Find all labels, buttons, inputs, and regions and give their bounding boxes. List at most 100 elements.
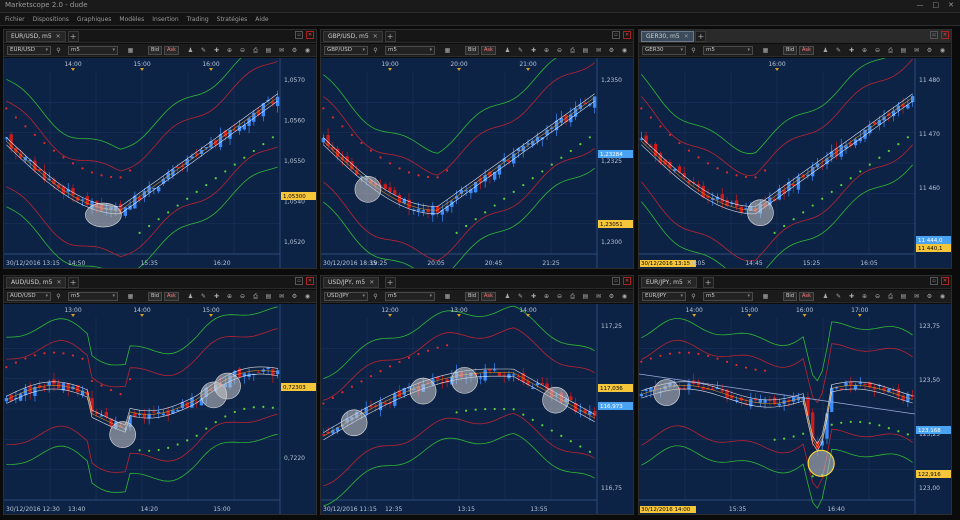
close-icon[interactable]: ✕ bbox=[948, 1, 954, 9]
template-icon[interactable]: ▤ bbox=[899, 292, 908, 301]
zoom-in-icon[interactable]: ⊕ bbox=[225, 292, 234, 301]
chart-type-icon[interactable]: ⚲ bbox=[54, 46, 63, 55]
camera-icon[interactable]: ◉ bbox=[938, 46, 947, 55]
crosshair-icon[interactable]: ✚ bbox=[212, 46, 221, 55]
drawing-icon[interactable]: ✎ bbox=[516, 292, 525, 301]
properties-icon[interactable]: ⚙ bbox=[290, 292, 299, 301]
zoom-in-icon[interactable]: ⊕ bbox=[860, 46, 869, 55]
crosshair-icon[interactable]: ✚ bbox=[529, 46, 538, 55]
add-tab-button[interactable]: + bbox=[702, 277, 714, 288]
tab-chart[interactable]: USD/JPY, m5 ✕ bbox=[323, 277, 380, 288]
price-chart[interactable]: 14:00 15:00 16:00 17:00 30/12/2016 14:00 15:3… bbox=[639, 304, 951, 514]
camera-icon[interactable]: ◉ bbox=[938, 292, 947, 301]
panel-close-icon[interactable]: ✕ bbox=[306, 277, 314, 285]
trade-icon[interactable]: ✉ bbox=[277, 292, 286, 301]
tab-chart[interactable]: AUD/USD, m5 ✕ bbox=[6, 277, 67, 288]
price-chart[interactable]: 13:00 14:00 15:00 30/12/2016 12:30 13:40 14:2… bbox=[4, 304, 316, 514]
timeframe-select[interactable]: m5 bbox=[385, 46, 435, 55]
tab-chart[interactable]: EUR/JPY, m5 ✕ bbox=[641, 277, 697, 288]
chart-type-icon[interactable]: ⚲ bbox=[689, 46, 698, 55]
drawing-icon[interactable]: ✎ bbox=[199, 292, 208, 301]
zoom-out-icon[interactable]: ⊖ bbox=[238, 46, 247, 55]
panel-restore-icon[interactable]: ▫ bbox=[295, 277, 303, 285]
properties-icon[interactable]: ⚙ bbox=[290, 46, 299, 55]
add-tab-button[interactable]: + bbox=[67, 277, 79, 288]
add-tab-button[interactable]: + bbox=[384, 277, 396, 288]
indicator-icon[interactable]: ♟ bbox=[503, 46, 512, 55]
chart-type-icon[interactable]: ⚲ bbox=[54, 292, 63, 301]
indicator-icon[interactable]: ♟ bbox=[186, 46, 195, 55]
chart-type-icon[interactable]: ⚲ bbox=[371, 46, 380, 55]
trade-icon[interactable]: ✉ bbox=[912, 292, 921, 301]
timeframe-select[interactable]: m5 bbox=[385, 292, 435, 301]
menu-graphiques[interactable]: Graphiques bbox=[77, 16, 112, 23]
crosshair-icon[interactable]: ✚ bbox=[847, 46, 856, 55]
zoom-out-icon[interactable]: ⊖ bbox=[555, 46, 564, 55]
bid-button[interactable]: Bid bbox=[783, 292, 797, 301]
panel-close-icon[interactable]: ✕ bbox=[623, 31, 631, 39]
crosshair-icon[interactable]: ✚ bbox=[529, 292, 538, 301]
maximize-icon[interactable]: □ bbox=[933, 1, 940, 9]
bid-button[interactable]: Bid bbox=[148, 46, 162, 55]
template-icon[interactable]: ▤ bbox=[581, 292, 590, 301]
properties-icon[interactable]: ⚙ bbox=[925, 46, 934, 55]
tab-close-icon[interactable]: ✕ bbox=[684, 32, 689, 42]
trade-icon[interactable]: ✉ bbox=[277, 46, 286, 55]
ask-button[interactable]: Ask bbox=[481, 46, 496, 55]
camera-icon[interactable]: ◉ bbox=[620, 46, 629, 55]
ask-button[interactable]: Ask bbox=[799, 292, 814, 301]
candle-style-icon[interactable]: ▦ bbox=[443, 292, 452, 301]
zoom-out-icon[interactable]: ⊖ bbox=[873, 292, 882, 301]
template-icon[interactable]: ▤ bbox=[899, 46, 908, 55]
zoom-out-icon[interactable]: ⊖ bbox=[238, 292, 247, 301]
tab-close-icon[interactable]: ✕ bbox=[369, 278, 374, 288]
symbol-select[interactable]: USD/JPY bbox=[324, 292, 368, 301]
price-chart[interactable]: 19:00 20:00 21:00 30/12/2016 18:35 19:25 20:0… bbox=[321, 58, 633, 268]
trade-icon[interactable]: ✉ bbox=[594, 292, 603, 301]
drawing-icon[interactable]: ✎ bbox=[834, 46, 843, 55]
properties-icon[interactable]: ⚙ bbox=[607, 292, 616, 301]
panel-restore-icon[interactable]: ▫ bbox=[612, 31, 620, 39]
bid-button[interactable]: Bid bbox=[783, 46, 797, 55]
menu-fichier[interactable]: Fichier bbox=[5, 16, 25, 23]
panel-restore-icon[interactable]: ▫ bbox=[295, 31, 303, 39]
bid-button[interactable]: Bid bbox=[465, 46, 479, 55]
camera-icon[interactable]: ◉ bbox=[303, 46, 312, 55]
zoom-in-icon[interactable]: ⊕ bbox=[542, 46, 551, 55]
minimize-icon[interactable]: — bbox=[917, 1, 924, 9]
print-icon[interactable]: ⎙ bbox=[251, 46, 260, 55]
panel-close-icon[interactable]: ✕ bbox=[306, 31, 314, 39]
symbol-select[interactable]: GER30 bbox=[642, 46, 686, 55]
tab-close-icon[interactable]: ✕ bbox=[56, 278, 61, 288]
indicator-icon[interactable]: ♟ bbox=[821, 46, 830, 55]
menu-dispositions[interactable]: Dispositions bbox=[33, 16, 69, 23]
price-chart[interactable]: 14:00 15:00 16:00 30/12/2016 13:15 14:50 15:3… bbox=[4, 58, 316, 268]
properties-icon[interactable]: ⚙ bbox=[607, 46, 616, 55]
candle-style-icon[interactable]: ▦ bbox=[126, 292, 135, 301]
zoom-in-icon[interactable]: ⊕ bbox=[542, 292, 551, 301]
panel-restore-icon[interactable]: ▫ bbox=[930, 277, 938, 285]
drawing-icon[interactable]: ✎ bbox=[834, 292, 843, 301]
zoom-out-icon[interactable]: ⊖ bbox=[555, 292, 564, 301]
camera-icon[interactable]: ◉ bbox=[620, 292, 629, 301]
crosshair-icon[interactable]: ✚ bbox=[847, 292, 856, 301]
tab-chart[interactable]: GBP/USD, m5 ✕ bbox=[323, 31, 383, 42]
drawing-icon[interactable]: ✎ bbox=[516, 46, 525, 55]
print-icon[interactable]: ⎙ bbox=[568, 46, 577, 55]
symbol-select[interactable]: AUD/USD bbox=[7, 292, 51, 301]
bid-button[interactable]: Bid bbox=[148, 292, 162, 301]
add-tab-button[interactable]: + bbox=[695, 31, 707, 42]
tab-chart[interactable]: EUR/USD, m5 ✕ bbox=[6, 31, 66, 42]
candle-style-icon[interactable]: ▦ bbox=[443, 46, 452, 55]
symbol-select[interactable]: EUR/JPY bbox=[642, 292, 686, 301]
ask-button[interactable]: Ask bbox=[164, 292, 179, 301]
trade-icon[interactable]: ✉ bbox=[594, 46, 603, 55]
symbol-select[interactable]: GBP/USD bbox=[324, 46, 368, 55]
candle-style-icon[interactable]: ▦ bbox=[761, 292, 770, 301]
menu-strategies[interactable]: Stratégies bbox=[217, 16, 248, 23]
template-icon[interactable]: ▤ bbox=[264, 292, 273, 301]
panel-close-icon[interactable]: ✕ bbox=[941, 31, 949, 39]
price-chart[interactable]: 12:00 13:00 14:00 30/12/2016 11:15 12:35 13:1… bbox=[321, 304, 633, 514]
print-icon[interactable]: ⎙ bbox=[251, 292, 260, 301]
zoom-out-icon[interactable]: ⊖ bbox=[873, 46, 882, 55]
